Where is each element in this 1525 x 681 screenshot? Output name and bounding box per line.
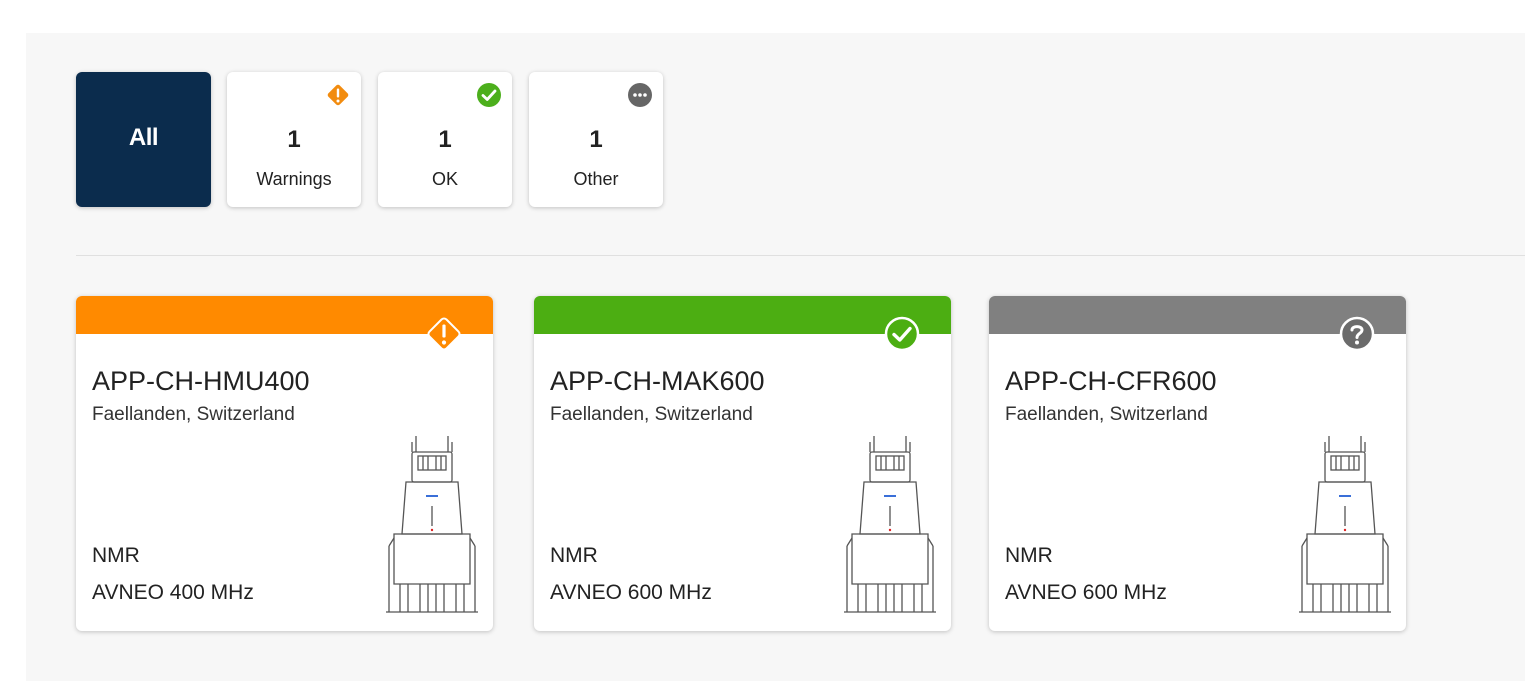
instrument-type: NMR [1005,544,1053,567]
content-panel: All 1 Warnings 1 OK 1 Other APP-CH-HMU40… [26,33,1525,681]
instrument-model: AVNEO 600 MHz [550,581,712,604]
more-dots-icon [628,83,652,107]
question-circle-icon [1339,316,1375,352]
instrument-model: AVNEO 400 MHz [92,581,254,604]
filter-other-label: Other [573,169,619,189]
warning-diamond-icon [327,84,349,106]
filter-other-count: 1 [589,126,603,153]
status-filter-bar: All 1 Warnings 1 OK 1 Other [76,72,676,212]
instrument-location: Faellanden, Switzerland [550,404,753,425]
section-divider [76,255,1525,256]
instrument-type: NMR [550,544,598,567]
check-circle-icon [477,83,501,107]
check-circle-icon [884,316,920,352]
warning-diamond-icon [427,317,461,351]
instrument-location: Faellanden, Switzerland [1005,404,1208,425]
instrument-card[interactable]: APP-CH-HMU400 Faellanden, Switzerland NM… [76,296,493,631]
instrument-name: APP-CH-CFR600 [1005,366,1217,396]
instrument-type: NMR [92,544,140,567]
filter-warnings-label: Warnings [256,169,332,189]
instrument-card[interactable]: APP-CH-CFR600 Faellanden, Switzerland NM… [989,296,1406,631]
filter-ok-count: 1 [438,126,452,153]
nmr-magnet-icon [844,436,936,613]
nmr-magnet-icon [1299,436,1391,613]
filter-warnings-button[interactable]: 1 Warnings [227,72,361,207]
filter-all-button[interactable]: All [76,72,211,207]
instrument-name: APP-CH-MAK600 [550,366,765,396]
instrument-name: APP-CH-HMU400 [92,366,310,396]
filter-ok-label: OK [431,169,458,189]
instrument-location: Faellanden, Switzerland [92,404,295,425]
filter-other-button[interactable]: 1 Other [529,72,663,207]
filter-ok-button[interactable]: 1 OK [378,72,512,207]
instrument-card[interactable]: APP-CH-MAK600 Faellanden, Switzerland NM… [534,296,951,631]
filter-all-label: All [128,124,159,151]
instrument-model: AVNEO 600 MHz [1005,581,1167,604]
filter-warnings-count: 1 [287,126,301,153]
nmr-magnet-icon [386,436,478,613]
